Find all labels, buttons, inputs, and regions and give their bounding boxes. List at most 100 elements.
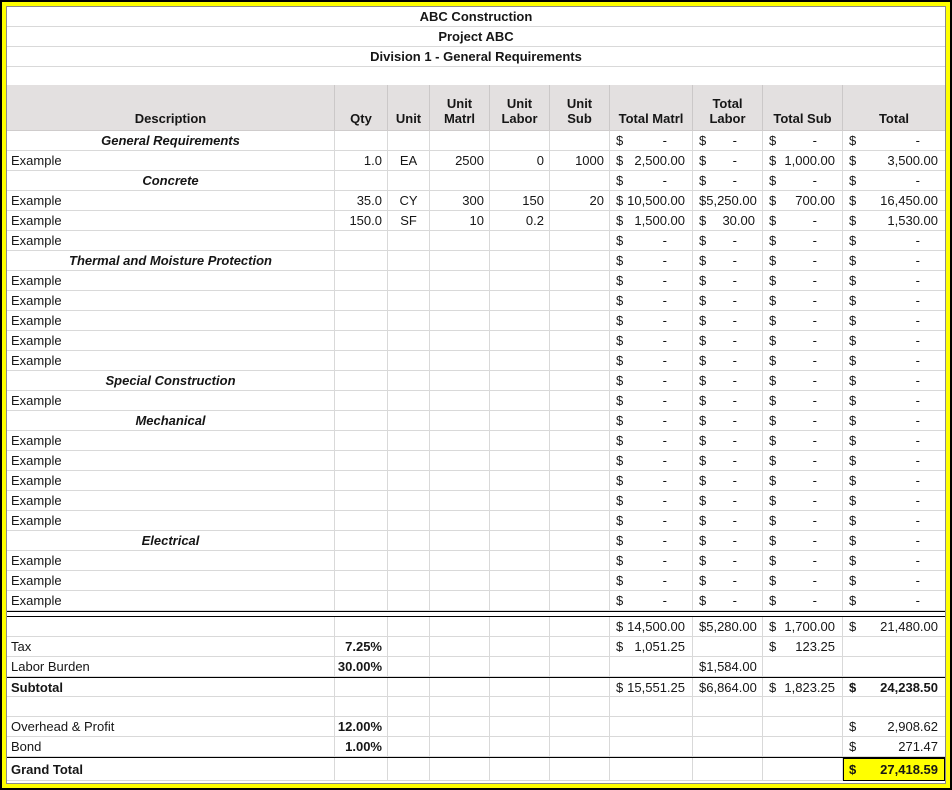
column-header-unit-labor[interactable]: Unit Labor [490, 85, 550, 130]
currency-cell[interactable]: $1,530.00 [843, 211, 945, 231]
cell-unit-sub[interactable] [550, 271, 610, 291]
column-header-total-labor[interactable]: Total Labor [693, 85, 763, 130]
currency-cell[interactable]: $- [843, 551, 945, 571]
cell-unit-sub[interactable]: 1000 [550, 151, 610, 171]
cell-unit-matrl[interactable] [430, 471, 490, 491]
currency-cell[interactable]: $- [693, 411, 763, 431]
cell-unit[interactable] [388, 531, 430, 551]
cell-qty[interactable] [335, 331, 388, 351]
currency-cell[interactable]: $- [843, 431, 945, 451]
cell-unit-labor[interactable] [490, 531, 550, 551]
cell-unit-matrl[interactable] [430, 291, 490, 311]
currency-cell[interactable]: $- [610, 491, 693, 511]
cell-empty[interactable] [490, 617, 550, 637]
cell-description[interactable]: Thermal and Moisture Protection [7, 251, 335, 271]
cell-empty[interactable] [490, 657, 550, 677]
currency-cell[interactable]: $- [610, 231, 693, 251]
column-header-unit-sub[interactable]: Unit Sub [550, 85, 610, 130]
cell-unit-labor[interactable] [490, 291, 550, 311]
cell-empty[interactable] [430, 637, 490, 657]
cell-unit-labor[interactable]: 150 [490, 191, 550, 211]
cell-unit-matrl[interactable] [430, 591, 490, 611]
cell-unit-sub[interactable] [550, 411, 610, 431]
cell-unit[interactable]: CY [388, 191, 430, 211]
currency-cell[interactable]: $- [843, 131, 945, 151]
cell-qty[interactable]: 1.0 [335, 151, 388, 171]
currency-cell[interactable]: $- [843, 231, 945, 251]
cell-empty[interactable] [388, 717, 430, 737]
currency-cell[interactable]: $- [693, 511, 763, 531]
cell-unit-matrl[interactable] [430, 131, 490, 151]
currency-cell[interactable]: $24,238.50 [843, 678, 945, 697]
currency-cell[interactable]: $- [693, 131, 763, 151]
currency-cell[interactable]: $- [693, 571, 763, 591]
cell-unit-matrl[interactable]: 300 [430, 191, 490, 211]
cell-unit-matrl[interactable] [430, 351, 490, 371]
currency-cell[interactable]: $- [610, 431, 693, 451]
cell-qty[interactable] [335, 451, 388, 471]
cell-empty[interactable] [388, 758, 430, 781]
currency-cell[interactable]: $- [763, 511, 843, 531]
cell-unit-labor[interactable] [490, 391, 550, 411]
cell-unit[interactable] [388, 471, 430, 491]
cell-empty[interactable] [550, 657, 610, 677]
cell-unit-sub[interactable] [550, 351, 610, 371]
cell-description[interactable]: Example [7, 311, 335, 331]
currency-cell[interactable] [763, 717, 843, 737]
cell-description[interactable]: Example [7, 191, 335, 211]
cell-unit[interactable] [388, 551, 430, 571]
column-header-total-sub[interactable]: Total Sub [763, 85, 843, 130]
currency-cell[interactable]: $- [610, 411, 693, 431]
cell-unit-sub[interactable]: 20 [550, 191, 610, 211]
currency-cell[interactable]: $- [693, 151, 763, 171]
cell-unit[interactable] [388, 431, 430, 451]
currency-cell[interactable]: $2,500.00 [610, 151, 693, 171]
cell-unit[interactable] [388, 131, 430, 151]
cell-description[interactable]: Example [7, 391, 335, 411]
cell-unit[interactable]: EA [388, 151, 430, 171]
currency-cell[interactable]: $- [693, 271, 763, 291]
currency-cell[interactable]: $10,500.00 [610, 191, 693, 211]
currency-cell[interactable]: $- [610, 251, 693, 271]
cell-unit-labor[interactable] [490, 171, 550, 191]
currency-cell[interactable]: $- [610, 331, 693, 351]
cell-unit-labor[interactable] [490, 411, 550, 431]
cell-unit-sub[interactable] [550, 331, 610, 351]
cell-grand-total-label[interactable]: Grand Total [7, 758, 335, 781]
currency-cell[interactable]: $14,500.00 [610, 617, 693, 637]
cell-unit-sub[interactable] [550, 291, 610, 311]
currency-cell[interactable]: $- [610, 291, 693, 311]
cell-qty[interactable] [335, 351, 388, 371]
cell-unit-matrl[interactable] [430, 551, 490, 571]
cell-unit-labor[interactable]: 0.2 [490, 211, 550, 231]
currency-cell[interactable]: $16,450.00 [843, 191, 945, 211]
currency-cell[interactable]: $- [610, 271, 693, 291]
cell-unit-sub[interactable] [550, 491, 610, 511]
cell-description[interactable]: Electrical [7, 531, 335, 551]
currency-cell[interactable]: $271.47 [843, 737, 945, 757]
cell-description[interactable]: Mechanical [7, 411, 335, 431]
currency-cell[interactable] [763, 657, 843, 677]
currency-cell[interactable]: $- [763, 211, 843, 231]
currency-cell[interactable]: $21,480.00 [843, 617, 945, 637]
cell-empty[interactable] [388, 737, 430, 757]
cell-unit-matrl[interactable] [430, 391, 490, 411]
currency-cell[interactable]: $- [693, 591, 763, 611]
currency-cell[interactable]: $- [693, 431, 763, 451]
cell-description[interactable]: Example [7, 431, 335, 451]
currency-cell[interactable]: $- [763, 331, 843, 351]
currency-cell[interactable]: $- [610, 531, 693, 551]
currency-cell[interactable]: $- [763, 171, 843, 191]
cell-qty[interactable] [335, 131, 388, 151]
cell-unit[interactable] [388, 251, 430, 271]
cell-unit-sub[interactable] [550, 231, 610, 251]
cell-empty[interactable] [550, 758, 610, 781]
cell-unit-labor[interactable] [490, 371, 550, 391]
cell-unit-matrl[interactable] [430, 511, 490, 531]
currency-cell[interactable] [843, 697, 945, 717]
cell-qty[interactable] [335, 371, 388, 391]
currency-cell[interactable] [610, 657, 693, 677]
currency-cell[interactable]: $- [693, 391, 763, 411]
currency-cell[interactable]: $- [843, 571, 945, 591]
currency-cell[interactable]: $- [843, 471, 945, 491]
